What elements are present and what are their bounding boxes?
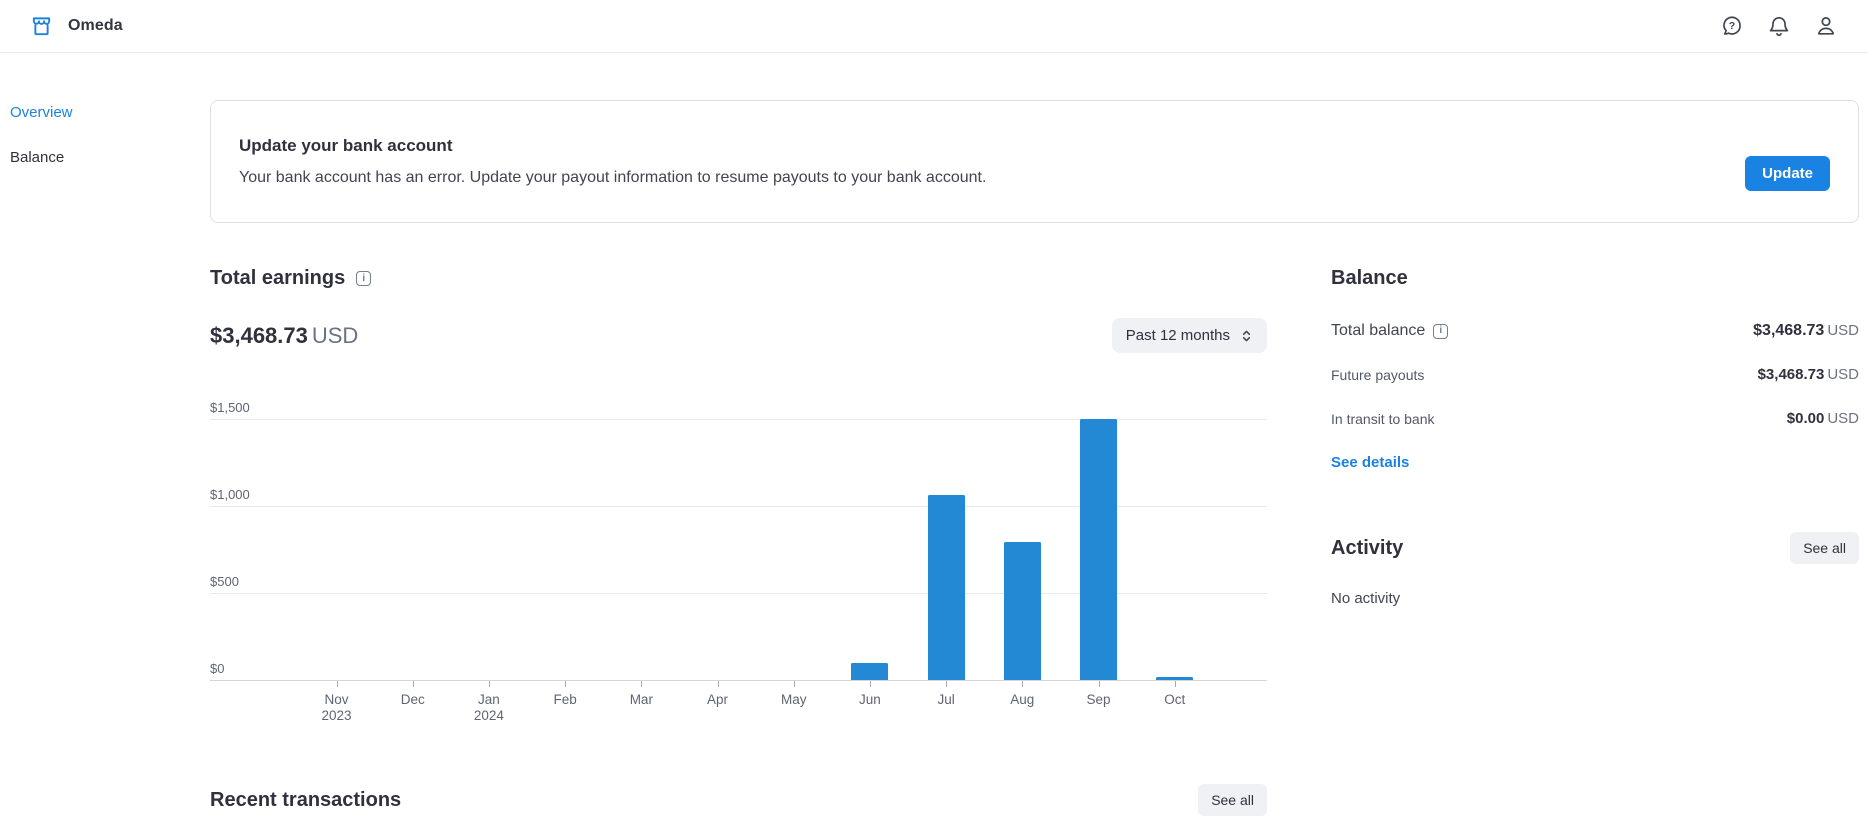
total-balance-currency: USD — [1827, 322, 1859, 339]
balance-row-in-transit: In transit to bank $0.00USD — [1331, 410, 1859, 428]
top-bar-actions: ? — [1720, 14, 1838, 38]
gridline-0 — [210, 680, 1267, 681]
info-icon[interactable]: i — [1433, 324, 1448, 339]
earnings-currency: USD — [312, 323, 358, 348]
bar-jun — [851, 663, 888, 680]
recent-transactions-title: Recent transactions — [210, 789, 401, 812]
bar-aug — [1004, 542, 1041, 680]
recent-transactions-section: Recent transactions See all — [210, 784, 1267, 816]
x-axis-label: Dec — [401, 692, 425, 708]
brand-name: Omeda — [68, 17, 123, 35]
x-axis-label: Sep — [1086, 692, 1110, 708]
balance-row-value: $3,468.73USD — [1753, 322, 1859, 340]
sidebar-item-balance[interactable]: Balance — [10, 149, 210, 166]
y-axis-label: $1,000 — [210, 487, 250, 502]
update-button[interactable]: Update — [1745, 156, 1830, 191]
x-axis-label: Aug — [1010, 692, 1034, 708]
svg-text:?: ? — [1729, 20, 1735, 32]
in-transit-amount: $0.00 — [1787, 410, 1825, 427]
storefront-icon — [30, 15, 53, 38]
x-axis-tick — [413, 681, 414, 687]
x-axis-tick — [946, 681, 947, 687]
chevron-up-down-icon — [1240, 329, 1253, 343]
x-axis-tick — [565, 681, 566, 687]
total-balance-amount: $3,468.73 — [1753, 322, 1824, 339]
x-axis-tick — [794, 681, 795, 687]
bar-jul — [928, 495, 965, 680]
bar-sep — [1080, 419, 1117, 680]
balance-row-future-payouts: Future payouts $3,468.73USD — [1331, 366, 1859, 384]
activity-empty-text: No activity — [1331, 590, 1859, 607]
main-content: Update your bank account Your bank accou… — [210, 53, 1868, 816]
balance-row-value: $3,468.73USD — [1758, 366, 1859, 384]
date-range-label: Past 12 months — [1126, 327, 1230, 344]
x-axis-tick — [1099, 681, 1100, 687]
balance-title: Balance — [1331, 267, 1859, 290]
help-icon[interactable]: ? — [1720, 14, 1744, 38]
info-icon[interactable]: i — [356, 271, 371, 286]
x-axis-label: Feb — [553, 692, 576, 708]
transactions-see-all-button[interactable]: See all — [1198, 784, 1267, 816]
y-axis-label: $1,500 — [210, 400, 250, 415]
x-axis-tick — [870, 681, 871, 687]
y-axis-label: $500 — [210, 574, 239, 589]
total-balance-label: Total balance — [1331, 322, 1425, 340]
y-axis-label: $0 — [210, 661, 224, 676]
earnings-amount: $3,468.73USD — [210, 323, 358, 349]
date-range-select[interactable]: Past 12 months — [1112, 318, 1267, 353]
x-axis-tick — [641, 681, 642, 687]
banner-text: Update your bank account Your bank accou… — [239, 134, 986, 189]
see-details-link[interactable]: See details — [1331, 454, 1409, 471]
x-axis-label: Oct — [1164, 692, 1185, 708]
x-axis-label: Nov2023 — [321, 692, 351, 724]
activity-see-all-button[interactable]: See all — [1790, 532, 1859, 564]
x-axis-label: May — [781, 692, 807, 708]
x-axis-label: Mar — [630, 692, 653, 708]
x-axis-tick — [1175, 681, 1176, 687]
user-icon[interactable] — [1814, 14, 1838, 38]
balance-row-label: Total balance i — [1331, 322, 1448, 340]
bell-icon[interactable] — [1767, 14, 1791, 38]
x-axis-label: Jul — [937, 692, 954, 708]
x-axis-label: Apr — [707, 692, 728, 708]
future-payouts-label: Future payouts — [1331, 367, 1424, 383]
activity-title: Activity — [1331, 537, 1403, 560]
balance-section: Balance Total balance i $3,468.73USD Fut… — [1331, 267, 1859, 730]
banner-title: Update your bank account — [239, 134, 986, 158]
in-transit-label: In transit to bank — [1331, 411, 1435, 427]
earnings-amount-value: $3,468.73 — [210, 323, 308, 348]
balance-row-value: $0.00USD — [1787, 410, 1859, 428]
x-axis-tick — [489, 681, 490, 687]
activity-section: Activity See all — [1331, 532, 1859, 564]
sidebar: Overview Balance — [0, 53, 210, 194]
x-axis-label: Jan2024 — [474, 692, 504, 724]
bank-alert-banner: Update your bank account Your bank accou… — [210, 100, 1859, 223]
in-transit-currency: USD — [1827, 410, 1859, 427]
earnings-section: Total earnings i $3,468.73USD Past 12 mo… — [210, 267, 1267, 730]
earnings-title: Total earnings — [210, 267, 345, 290]
x-axis-label: Jun — [859, 692, 881, 708]
future-payouts-currency: USD — [1827, 366, 1859, 383]
earnings-bar-chart: $0 $500 $1,000 $1,500 Nov2023 Dec Jan2024 Feb Ma… — [210, 398, 1267, 730]
bar-oct — [1156, 677, 1193, 680]
brand[interactable]: Omeda — [30, 15, 123, 38]
x-axis-tick — [718, 681, 719, 687]
x-axis-tick — [337, 681, 338, 687]
x-axis-tick — [1022, 681, 1023, 687]
balance-row-total: Total balance i $3,468.73USD — [1331, 322, 1859, 340]
banner-description: Your bank account has an error. Update y… — [239, 167, 986, 189]
sidebar-item-overview[interactable]: Overview — [10, 104, 210, 121]
future-payouts-amount: $3,468.73 — [1758, 366, 1825, 383]
top-bar: Omeda ? — [0, 0, 1868, 53]
